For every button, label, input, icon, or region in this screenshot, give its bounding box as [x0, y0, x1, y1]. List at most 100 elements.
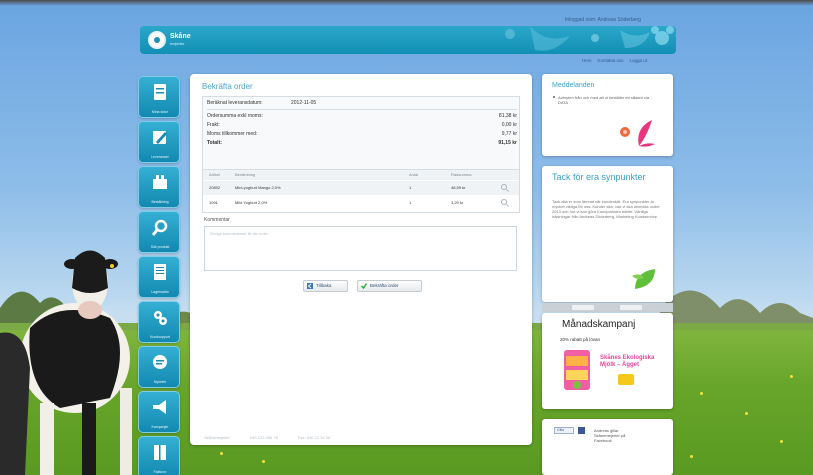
facebook-text: Andreas gillar Skånemejerier på Facebook — [594, 428, 626, 443]
delivery-date-row: Beräknat leveransdatum: 2012-11-05 — [207, 99, 517, 107]
product-image[interactable] — [562, 348, 592, 393]
campaign-promo-text: Skånes Ekologiska Mjölk – Ägget — [600, 355, 655, 368]
summary-value: 91,15 kr — [498, 140, 517, 146]
summary-label: Frakt: — [207, 122, 220, 128]
summary-label: Ordersumma exkl moms: — [207, 113, 263, 119]
cell-name: Mini-yoghurt Mango 2,0% — [235, 185, 281, 190]
scroll-tab[interactable] — [620, 305, 642, 310]
nav-button-order[interactable]: Beställning — [138, 166, 180, 208]
campaign-subtitle: 20% rabatt på lövan — [560, 337, 601, 342]
cell-qty: 1 — [409, 200, 412, 205]
nav-button-campaigns[interactable]: Kampanjer — [138, 391, 180, 433]
nav-button-my-pages[interactable]: Mina sidor — [138, 76, 180, 118]
search-icon — [151, 219, 168, 236]
table-row: 20892 Mini-yoghurt Mango 2,0% 1 48,99 kr — [203, 181, 519, 195]
summary-row-subtotal: Ordersumma exkl moms: 81,38 kr — [207, 112, 517, 120]
bubble-icon — [153, 355, 167, 369]
news-text[interactable]: Avbryten från och med att ni beställer e… — [558, 95, 658, 105]
summary-row-total: Totalt: 91,15 kr — [207, 139, 517, 147]
megaphone-icon — [153, 400, 166, 414]
order-summary: Beräknat leveransdatum: 2012-11-05 Order… — [202, 96, 520, 180]
summary-label: Totalt: — [207, 140, 222, 146]
logged-in-user: Inloggad som: Andreas Söderberg — [565, 17, 641, 23]
header-bar: Skåne mejerier — [140, 26, 676, 54]
column-header: Antal — [409, 172, 419, 177]
nav-label: Lagersaldo — [151, 290, 169, 294]
nav-button-support[interactable]: Kundsupport — [138, 301, 180, 343]
nav-label: Kampanjer — [151, 425, 169, 429]
leaf-icon — [632, 269, 655, 289]
gears-icon — [154, 311, 167, 325]
cell-article: 1091 — [209, 200, 218, 205]
nav-label: Beställning — [151, 200, 169, 204]
table-header: Artikel Benämning Antal Radsumma — [203, 170, 519, 180]
brand-sub: mejerier — [170, 41, 185, 46]
nav-button-deliveries[interactable]: Leveranser — [138, 121, 180, 163]
cell-name: Mild Yoghurt 2,0% — [235, 200, 268, 205]
bullet — [553, 96, 555, 98]
footer-phone: 040-123 456 78 — [249, 435, 278, 440]
campaign-title: Månadskampanj — [562, 319, 636, 330]
comment-label: Kommentar — [204, 217, 230, 223]
campaign-box: Månadskampanj 20% rabatt på lövan Skånes… — [542, 313, 673, 409]
nav-label: Kundsupport — [150, 335, 170, 339]
summary-row-freight: Frakt: 0,00 kr — [207, 121, 517, 129]
nav-label: Sök produkt — [150, 245, 170, 249]
confirm-button-label: Bekräfta order — [370, 283, 399, 288]
column-header: Artikel — [209, 172, 221, 177]
nav-button-search-product[interactable]: Sök produkt — [138, 211, 180, 253]
summary-value: 81,38 kr — [498, 113, 517, 119]
link-contact[interactable]: Kontakta oss — [598, 58, 624, 63]
feedback-title: Tack för era synpunkter — [552, 172, 646, 182]
magnifier-icon[interactable] — [501, 184, 507, 190]
brand-logo[interactable] — [148, 31, 166, 49]
magnifier-icon[interactable] — [501, 199, 507, 205]
column-header: Benämning — [235, 172, 256, 177]
footer: Skånemejerier 040-123 456 78 Fax: 040-12… — [204, 435, 522, 440]
link-logout[interactable]: Logga ut — [630, 58, 648, 63]
header-flower-decoration — [505, 26, 674, 51]
facebook-avatar-icon — [578, 427, 585, 434]
summary-value: 0,00 kr — [501, 122, 517, 128]
list-icon — [154, 264, 166, 280]
tools-icon — [153, 175, 167, 189]
nav-label: Fakturor — [153, 470, 167, 474]
column-header: Radsumma — [451, 172, 472, 177]
book-icon — [154, 445, 166, 460]
news-title: Meddelanden — [552, 82, 595, 89]
nav-button-news[interactable]: Nyheter — [138, 346, 180, 388]
feedback-text: Tack alla er som lämnat vår kundenkät. E… — [552, 199, 660, 219]
delivery-date-label: Beräknat leveransdatum: — [207, 100, 263, 106]
footer-company: Skånemejerier — [204, 435, 230, 440]
table-row: 1091 Mild Yoghurt 2,0% 1 3,29 kr — [203, 196, 519, 210]
link-home[interactable]: Hem — [582, 58, 592, 63]
pencil-icon — [153, 131, 167, 144]
confirm-order-button[interactable]: Bekräfta order — [357, 280, 422, 292]
nav-button-invoices[interactable]: Fakturor — [138, 436, 180, 475]
flower-icon — [620, 120, 655, 147]
checkmark-icon — [361, 283, 367, 289]
summary-label: Moms tillkommer med: — [207, 131, 258, 137]
comment-textarea[interactable]: Övriga kommentarer till din order — [204, 226, 517, 271]
cell-price: 3,29 kr — [451, 200, 464, 205]
facebook-like-button[interactable]: Gilla — [554, 427, 574, 434]
brand-name: Skåne — [170, 33, 191, 40]
page-title: Bekräfta order — [202, 82, 253, 91]
footer-fax: Fax: 040-12 34 56 — [297, 435, 331, 440]
feedback-box-footer — [542, 303, 673, 312]
divider — [207, 109, 517, 110]
cell-price: 48,99 kr — [451, 185, 466, 190]
main-panel: Bekräfta order Beräknat leveransdatum: 2… — [190, 74, 532, 445]
feedback-box: Tack för era synpunkter Tack alla er som… — [542, 166, 673, 302]
back-button[interactable]: Tillbaka — [303, 280, 348, 292]
nav-button-stock[interactable]: Lagersaldo — [138, 256, 180, 298]
news-box: Meddelanden Avbryten från och med att ni… — [542, 74, 673, 156]
facebook-box: Gilla Andreas gillar Skånemejerier på Fa… — [542, 419, 673, 475]
order-items-table: Artikel Benämning Antal Radsumma 20892 M… — [202, 169, 520, 213]
scroll-tab[interactable] — [572, 305, 594, 310]
back-button-label: Tillbaka — [316, 283, 332, 288]
nav-label: Leveranser — [151, 155, 169, 159]
delivery-date-value: 2012-11-05 — [291, 100, 317, 106]
promo-badge — [618, 374, 634, 385]
top-links: Hem Kontakta oss Logga ut — [582, 58, 647, 63]
